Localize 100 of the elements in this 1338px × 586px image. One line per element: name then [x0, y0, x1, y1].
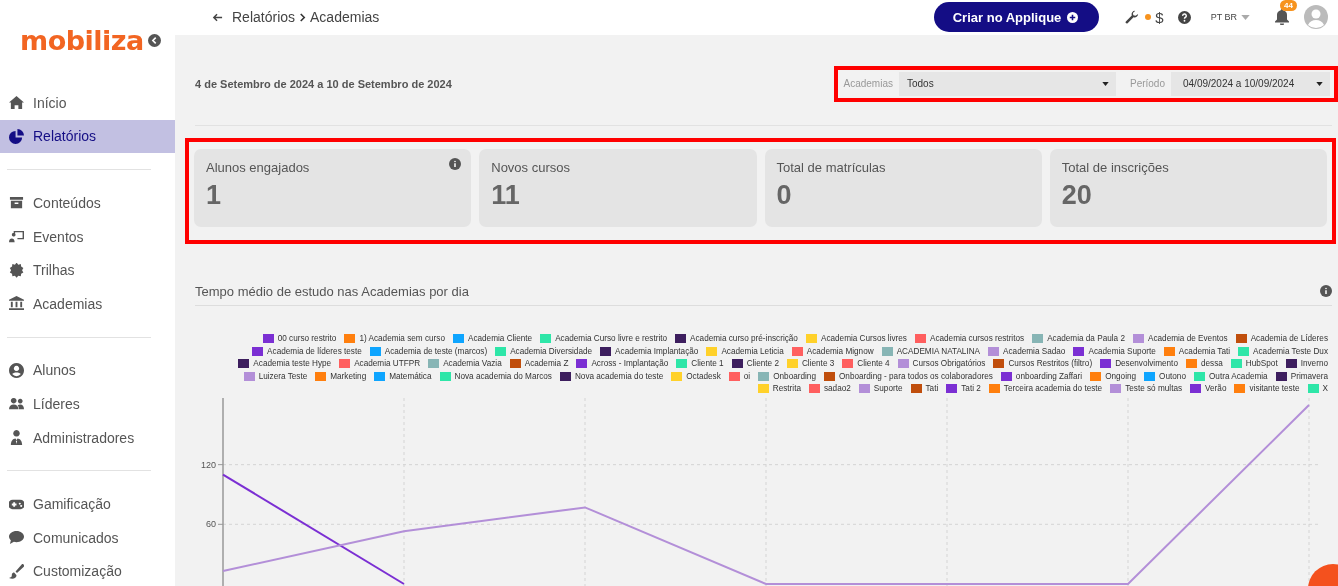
notification-badge: 44: [1280, 0, 1297, 12]
legend-item[interactable]: Desenvolvimento: [1100, 358, 1178, 369]
legend-item[interactable]: Nova academia do Marcos: [439, 371, 552, 382]
stat-value: 1: [206, 179, 223, 211]
legend-item[interactable]: Octadesk: [671, 371, 721, 382]
legend-item[interactable]: onboarding Zaffari: [1000, 371, 1083, 382]
legend-item[interactable]: Academia Mignow: [791, 346, 874, 357]
legend-item[interactable]: Restrita: [757, 383, 801, 394]
legend-item[interactable]: Cliente 2: [731, 358, 779, 369]
sidebar-item[interactable]: Comunicados: [0, 520, 175, 555]
legend-item[interactable]: Academia de líderes teste: [252, 346, 362, 357]
legend-item[interactable]: Teste só multas: [1110, 383, 1183, 394]
legend-item[interactable]: Inverno: [1285, 358, 1328, 369]
legend-item[interactable]: Cursos Obrigatórios: [897, 358, 986, 369]
info-icon[interactable]: [1320, 285, 1332, 297]
legend-item[interactable]: Cliente 3: [786, 358, 835, 369]
legend-item[interactable]: HubSpot: [1230, 358, 1278, 369]
legend-item[interactable]: Academia Suporte: [1073, 346, 1156, 357]
pie-icon: [9, 128, 24, 144]
legend-item[interactable]: X: [1307, 383, 1328, 394]
currency-link[interactable]: $: [1155, 8, 1164, 26]
legend-item[interactable]: Academia de teste (marcos): [369, 346, 488, 357]
legend-item[interactable]: Outono: [1144, 371, 1186, 382]
legend-item[interactable]: Academia teste Hype: [238, 358, 332, 369]
legend-item[interactable]: Cursos Restritos (filtro): [993, 358, 1093, 369]
bell-icon[interactable]: [1275, 9, 1289, 26]
legend-item[interactable]: Nova academia do teste: [559, 371, 664, 382]
stat-value: 0: [776, 179, 793, 211]
legend-item[interactable]: Academia Teste Dux: [1238, 346, 1328, 357]
legend-item[interactable]: Onboarding: [758, 371, 816, 382]
collapse-icon[interactable]: [147, 33, 161, 47]
archive-icon: [9, 195, 24, 211]
legend-item[interactable]: Academia de Líderes: [1235, 333, 1328, 344]
legend-item[interactable]: Academia cursos restritos: [914, 333, 1025, 344]
legend-item[interactable]: Academia Sadao: [988, 346, 1066, 357]
brand-logo: mobiliza: [20, 24, 144, 56]
wrench-icon[interactable]: [1125, 10, 1140, 25]
legend-item[interactable]: Academia Vazia: [428, 358, 502, 369]
legend-item[interactable]: Academia Cursos livres: [805, 333, 907, 344]
help-icon[interactable]: [1177, 10, 1191, 24]
home-icon: [9, 95, 24, 111]
filter-dropdown[interactable]: 04/09/2024 a 10/09/2024: [1171, 71, 1330, 96]
filter-dropdown[interactable]: Todos: [898, 71, 1116, 96]
legend-item[interactable]: ACADEMIA NATALINA: [881, 346, 981, 357]
legend-item[interactable]: Luizera Teste: [243, 371, 308, 382]
info-icon[interactable]: [449, 157, 462, 170]
user-tie-icon: [9, 430, 24, 446]
legend-item[interactable]: Marketing: [315, 371, 367, 382]
legend-item[interactable]: Academia UTFPR: [339, 358, 421, 369]
sidebar-item[interactable]: Customização: [0, 554, 175, 586]
legend-item[interactable]: Academia da Paula 2: [1032, 333, 1125, 344]
legend-item[interactable]: Academia Leticia: [706, 346, 784, 357]
filter-label: Período: [1129, 78, 1165, 89]
legend-item[interactable]: Academia Cliente: [452, 333, 533, 344]
back-arrow-icon[interactable]: [212, 11, 223, 23]
sidebar-item[interactable]: Relatórios: [0, 119, 175, 154]
legend-item[interactable]: Onboarding - para todos os colaboradores: [824, 371, 993, 382]
legend-item[interactable]: Academia curso pré-inscrição: [675, 333, 798, 344]
legend-item[interactable]: oi: [728, 371, 751, 382]
legend-item[interactable]: Primavera: [1275, 371, 1328, 382]
legend-item[interactable]: Academia Z: [509, 358, 569, 369]
legend-item[interactable]: Ongoing: [1090, 371, 1137, 382]
legend-item[interactable]: Cliente 4: [842, 358, 890, 369]
legend-item[interactable]: visitante teste: [1234, 383, 1300, 394]
caret-down-icon: [1316, 81, 1323, 86]
breadcrumb-link[interactable]: Relatórios: [232, 9, 296, 26]
legend-item[interactable]: Tati: [910, 383, 939, 394]
create-button[interactable]: Criar no Applique: [933, 2, 1100, 33]
stat-value: 11: [491, 179, 521, 211]
legend-item[interactable]: dessa: [1185, 358, 1223, 369]
users-icon: [9, 396, 24, 412]
legend-item[interactable]: Verão: [1190, 383, 1227, 394]
legend-item[interactable]: Outra Academia: [1193, 371, 1268, 382]
sidebar-item[interactable]: Alunos: [0, 353, 175, 388]
legend-item[interactable]: Academia Diversidade: [495, 346, 593, 357]
sidebar-item[interactable]: Conteúdos: [0, 186, 175, 220]
legend-item[interactable]: Academia Tati: [1163, 346, 1231, 357]
sidebar-item[interactable]: Líderes: [0, 387, 175, 421]
language-selector[interactable]: PT BR: [1210, 12, 1250, 23]
legend-item[interactable]: sadao2: [808, 383, 851, 394]
sidebar-item[interactable]: Trilhas: [0, 253, 175, 287]
legend-item[interactable]: Academia de Eventos: [1132, 333, 1228, 344]
tick-mark: [217, 464, 224, 466]
y-tick-label: 60: [206, 519, 216, 530]
legend-item[interactable]: Academia Curso livre e restrito: [540, 333, 668, 344]
legend-item[interactable]: Tati 2: [946, 383, 981, 394]
breadcrumb-link[interactable]: Academias: [310, 9, 380, 26]
legend-item[interactable]: Suporte: [858, 383, 903, 394]
sidebar-item[interactable]: Administradores: [0, 420, 175, 455]
legend-item[interactable]: 1) Academia sem curso: [344, 333, 445, 344]
legend-item[interactable]: Terceira academia do teste: [988, 383, 1103, 394]
legend-item[interactable]: Cliente 1: [676, 358, 724, 369]
legend-item[interactable]: 00 curso restrito: [262, 333, 337, 344]
sidebar-item[interactable]: Gamificação: [0, 487, 175, 521]
legend-item[interactable]: Academia Implantação: [600, 346, 699, 357]
legend-item[interactable]: Across - Implantação: [576, 358, 669, 369]
sidebar-item[interactable]: Eventos: [0, 219, 175, 254]
sidebar-item[interactable]: Academias: [0, 286, 175, 321]
sidebar-item[interactable]: Início: [0, 86, 175, 120]
legend-item[interactable]: Matemática: [374, 371, 432, 382]
